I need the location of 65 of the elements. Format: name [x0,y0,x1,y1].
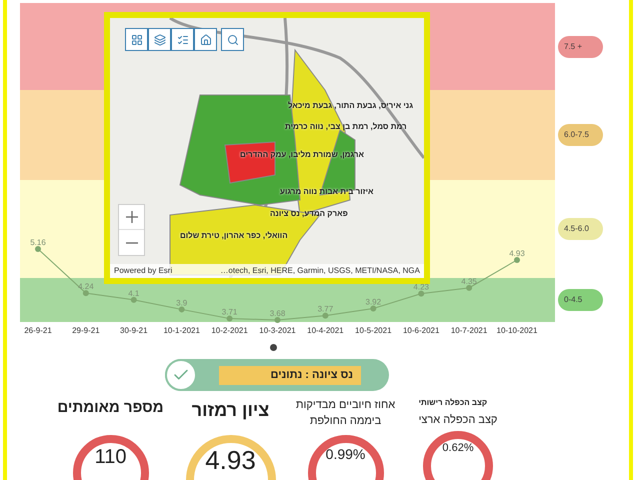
data-label: 4.24 [78,282,94,292]
layers-icon [154,34,166,46]
data-point [226,316,233,322]
data-point [418,290,424,297]
minus-icon [126,242,138,244]
data-point [130,296,137,303]
area-label: הוואלי, כפר אהרון, טירת שלום [180,230,288,242]
data-point [35,246,41,252]
grid-icon [130,34,142,46]
attribution-text: Powered by Esri [114,265,172,277]
data-point [82,290,89,296]
legend-pill: 6.0-7.5 [558,124,603,146]
data-label: 4.23 [413,282,429,292]
data-point [370,305,376,312]
data-label: 3.9 [176,298,188,308]
search-button[interactable] [221,28,244,51]
data-point [466,284,472,291]
home-button[interactable] [194,28,217,51]
basemap-button[interactable] [125,28,148,51]
data-label: 3.77 [318,304,334,314]
list-icon [176,34,188,46]
plus-icon [126,211,138,223]
gauge-title: ביממה החולפת [310,414,382,429]
data-label: 3.68 [270,309,286,318]
data-label: 4.1 [128,288,140,298]
layers-button[interactable] [148,28,171,51]
data-point [514,257,520,263]
axis-label: 10-3-2021 [259,326,296,335]
home-icon [200,34,212,46]
data-label: 4.35 [461,276,477,286]
axis-label: 10-4-2021 [307,326,344,335]
data-point [274,317,280,323]
gauge-value: 0.62% [442,443,474,456]
axis-label: 10-5-2021 [355,326,392,335]
gauge-value: 0.99% [326,447,366,464]
gauge-title: קצב הכפלה ארצי [418,413,498,428]
axis-label: 10-6-2021 [402,326,440,335]
axis-label: 30-9-21 [120,326,148,335]
legend-button[interactable] [171,28,194,51]
axis-label: 10-2-2021 [211,326,248,335]
axis-label: 10-7-2021 [450,326,488,335]
gauge-title: קצב הכפלה רישותי [418,397,488,409]
data-label: 3.92 [366,297,382,306]
axis-label: 29-9-21 [72,326,100,335]
axis-label: 10-1-2021 [163,326,200,335]
data-point [322,312,328,319]
data-label: 4.93 [509,249,525,258]
status-label: נס ציונה : נתונים [219,366,361,384]
gauge-title: מספר מאומתים [57,398,164,418]
axis-label: 10-10-2021 [496,326,538,335]
data-label: 5.16 [30,238,46,247]
area-label: פארק המדע, נס ציונה [270,208,348,220]
axis-label: 26-9-21 [24,326,52,335]
data-label: 3.71 [222,308,238,317]
attribution-text: …otech, Esri, HERE, Garmin, USGS, METI/NASA, NGA [220,265,420,277]
search-icon [226,34,238,46]
zoom-in-button[interactable] [119,205,144,230]
gauge-value: 110 [94,447,126,470]
gauge-value: 4.93 [205,447,256,477]
data-point [178,306,185,312]
gauge-title: ציון רמזור [192,399,270,422]
legend-pill: 4.5-6.0 [558,218,603,240]
legend-pill: 7.5 + [558,36,603,58]
gauge-title: אחוז חיוביים מבדיקות [296,398,396,413]
legend-pill: 0-4.5 [558,289,603,311]
